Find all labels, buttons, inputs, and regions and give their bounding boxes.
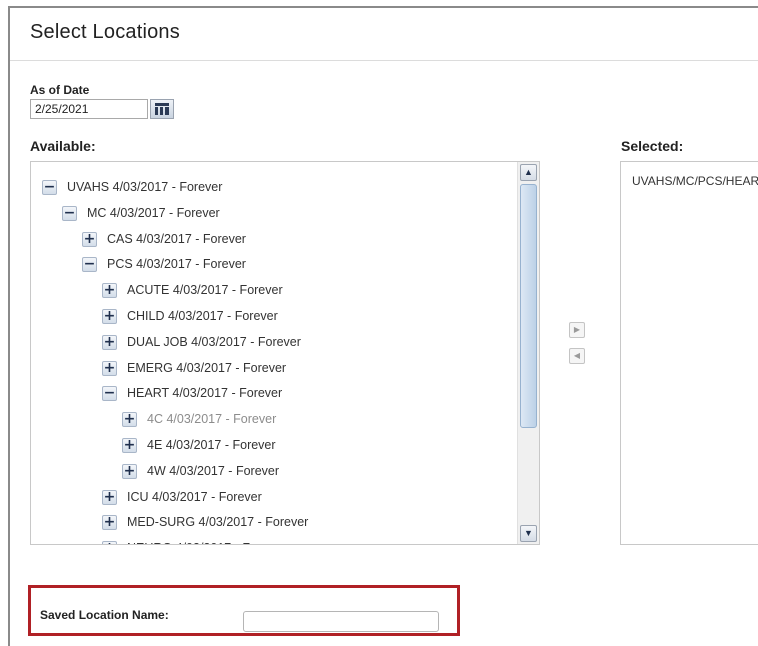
select-locations-panel: Select Locations As of Date 2/25/2021 Av… (8, 6, 758, 646)
calendar-icon-header (155, 103, 169, 106)
calendar-icon[interactable] (150, 99, 174, 119)
tree-item-label: DUAL JOB 4/03/2017 - Forever (127, 335, 301, 349)
selected-item[interactable]: UVAHS/MC/PCS/HEART (632, 174, 758, 188)
tree-item[interactable]: + ACUTE 4/03/2017 - Forever (102, 280, 283, 300)
minus-icon[interactable]: − (62, 205, 77, 221)
tree-item[interactable]: − PCS 4/03/2017 - Forever (82, 254, 246, 274)
tree-item-label: MC 4/03/2017 - Forever (87, 206, 220, 220)
tree-item-label: EMERG 4/03/2017 - Forever (127, 361, 287, 375)
tree-item-label: PCS 4/03/2017 - Forever (107, 257, 246, 271)
tree-scrollbar[interactable]: ▲ ▼ (517, 162, 539, 544)
tree-item-label: 4C 4/03/2017 - Forever (147, 412, 277, 426)
scroll-up-icon[interactable]: ▲ (520, 164, 537, 181)
plus-icon[interactable]: + (102, 540, 117, 544)
saved-location-section: Saved Location Name: (28, 585, 460, 636)
tree-item[interactable]: − MC 4/03/2017 - Forever (62, 203, 220, 223)
remove-selection-arrow-icon[interactable]: ◀ (569, 348, 585, 364)
plus-icon[interactable]: + (102, 282, 117, 298)
minus-icon[interactable]: − (82, 256, 97, 272)
available-tree[interactable]: − UVAHS 4/03/2017 - Forever − MC 4/03/2017 … (30, 161, 540, 545)
plus-icon[interactable]: + (122, 437, 137, 453)
tree-item-label: CHILD 4/03/2017 - Forever (127, 309, 278, 323)
tree-item-label: MED-SURG 4/03/2017 - Forever (127, 515, 309, 529)
available-label: Available: (30, 138, 96, 154)
tree-item[interactable]: + ICU 4/03/2017 - Forever (102, 487, 262, 507)
tree-item-label: ACUTE 4/03/2017 - Forever (127, 283, 283, 297)
saved-location-name-input[interactable] (243, 611, 439, 632)
tree-item[interactable]: + CHILD 4/03/2017 - Forever (102, 306, 278, 326)
selected-label: Selected: (621, 138, 684, 154)
tree-item-label: 4E 4/03/2017 - Forever (147, 438, 276, 452)
scroll-down-icon[interactable]: ▼ (520, 525, 537, 542)
plus-icon[interactable]: + (122, 463, 137, 479)
plus-icon[interactable]: + (122, 411, 137, 427)
title-divider (10, 60, 758, 61)
as-of-date-label: As of Date (30, 83, 90, 97)
tree-item[interactable]: +4W 4/03/2017 - Forever (122, 461, 279, 481)
plus-icon[interactable]: + (102, 514, 117, 530)
tree-item[interactable]: + NEURO 4/03/2017 - Forever (102, 538, 285, 544)
tree-item[interactable]: +4E 4/03/2017 - Forever (122, 435, 276, 455)
tree-item-label: UVAHS 4/03/2017 - Forever (67, 180, 223, 194)
tree-item-label: CAS 4/03/2017 - Forever (107, 232, 246, 246)
tree-item-label: NEURO 4/03/2017 - Forever (127, 541, 285, 544)
tree-item-label: 4W 4/03/2017 - Forever (147, 464, 280, 478)
tree-item[interactable]: − HEART 4/03/2017 - Forever (102, 383, 282, 403)
scrollbar-thumb[interactable] (520, 184, 537, 428)
tree-item[interactable]: − UVAHS 4/03/2017 - Forever (42, 177, 222, 197)
selected-list[interactable]: UVAHS/MC/PCS/HEART (620, 161, 758, 545)
tree-item-label: HEART 4/03/2017 - Forever (127, 386, 283, 400)
minus-icon[interactable]: − (102, 385, 117, 401)
plus-icon[interactable]: + (82, 231, 97, 247)
plus-icon[interactable]: + (102, 308, 117, 324)
as-of-date-input[interactable]: 2/25/2021 (30, 99, 148, 119)
calendar-icon-grid (155, 107, 169, 115)
tree-item[interactable]: + MED-SURG 4/03/2017 - Forever (102, 512, 308, 532)
tree-item-label: ICU 4/03/2017 - Forever (127, 490, 262, 504)
page-title: Select Locations (30, 21, 180, 43)
tree-item[interactable]: + CAS 4/03/2017 - Forever (82, 229, 246, 249)
minus-icon[interactable]: − (42, 179, 57, 195)
tree-item[interactable]: + DUAL JOB 4/03/2017 - Forever (102, 332, 301, 352)
plus-icon[interactable]: + (102, 489, 117, 505)
tree-item[interactable]: +4C 4/03/2017 - Forever (122, 409, 276, 429)
tree-item[interactable]: + EMERG 4/03/2017 - Forever (102, 358, 286, 378)
plus-icon[interactable]: + (102, 360, 117, 376)
plus-icon[interactable]: + (102, 334, 117, 350)
saved-location-label: Saved Location Name: (40, 608, 169, 622)
add-selection-arrow-icon[interactable]: ▶ (569, 322, 585, 338)
